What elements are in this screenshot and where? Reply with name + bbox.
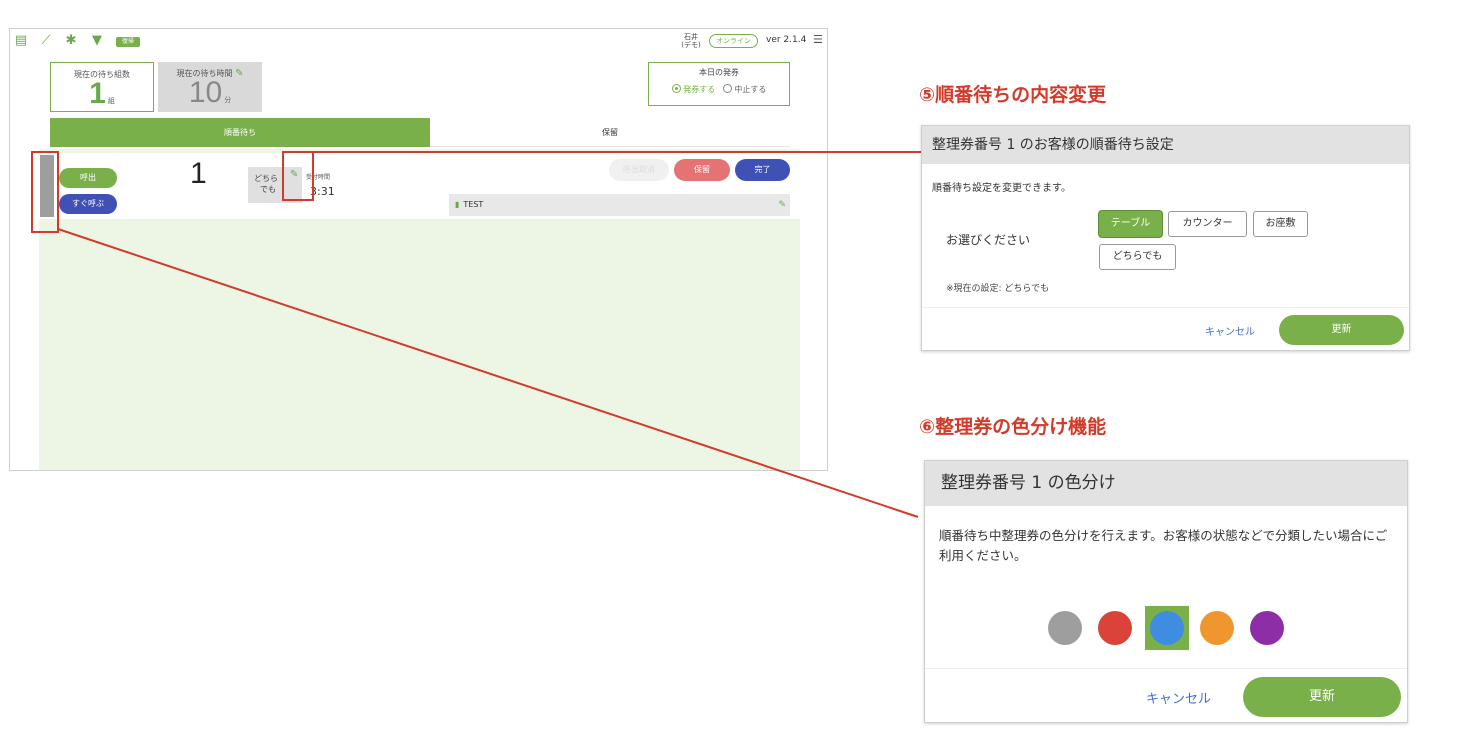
document-icon: ▮ bbox=[455, 200, 460, 209]
dialog-header: 整理券番号 1 の色分け bbox=[925, 461, 1407, 506]
tab-hold[interactable]: 保留 bbox=[430, 118, 790, 147]
ticket-number: 1 bbox=[190, 157, 207, 190]
dialog-description: 順番待ち設定を変更できます。 bbox=[932, 183, 1071, 194]
gear-icon[interactable]: ✱ bbox=[64, 34, 78, 48]
store-icon[interactable]: ▤ bbox=[14, 34, 28, 48]
cancel-button[interactable]: キャンセル bbox=[1205, 323, 1255, 338]
tab-waiting[interactable]: 順番待ち bbox=[50, 118, 430, 147]
choose-label: お選びください bbox=[946, 233, 1031, 247]
cancel-call-button[interactable]: 呼出取消 bbox=[609, 159, 669, 181]
current-setting: ※現在の設定: どちらでも bbox=[946, 284, 1050, 294]
resume-badge[interactable]: 復帰 bbox=[116, 37, 140, 47]
dialog-header: 整理券番号 1 のお客様の順番待ち設定 bbox=[922, 126, 1409, 164]
issue-on-label[interactable]: 発券する bbox=[683, 85, 715, 94]
update-button[interactable]: 更新 bbox=[1279, 315, 1404, 345]
call-button[interactable]: 呼出 bbox=[59, 168, 117, 188]
chart-icon[interactable]: ⟋ bbox=[39, 34, 53, 48]
ticket-issue-label: 本日の発券 bbox=[699, 68, 739, 77]
waiting-groups-value: 1 bbox=[89, 77, 106, 110]
hold-button[interactable]: 保留 bbox=[674, 159, 730, 181]
divider bbox=[922, 307, 1409, 308]
cancel-button[interactable]: キャンセル bbox=[1146, 688, 1211, 707]
section-title-wait-change: ⑤順番待ちの内容変更 bbox=[919, 84, 1107, 106]
waiting-groups-card: 現在の待ち組数 1組 bbox=[50, 62, 154, 112]
app-window: ▤ ⟋ ✱ ▼ 復帰 石井 (デモ) オンライン ver 2.1.4 ☰ 現在の… bbox=[9, 28, 828, 471]
ticket-issue-box: 本日の発券 発券する 中止する bbox=[648, 62, 790, 106]
wait-settings-dialog: 整理券番号 1 のお客様の順番待ち設定 順番待ち設定を変更できます。 お選びくだ… bbox=[921, 125, 1410, 351]
waiting-groups-unit: 組 bbox=[107, 97, 115, 105]
memo-field[interactable]: ▮ TEST ✎ bbox=[449, 194, 790, 216]
issue-off-radio[interactable] bbox=[722, 84, 732, 93]
color-dialog: 整理券番号 1 の色分け 順番待ち中整理券の色分けを行えます。お客様の状態などで… bbox=[924, 460, 1408, 723]
highlight-color-strip bbox=[31, 151, 59, 233]
color-blue-option[interactable] bbox=[1150, 611, 1184, 645]
version-label: ver 2.1.4 bbox=[766, 35, 807, 45]
issue-off-label[interactable]: 中止する bbox=[734, 85, 766, 94]
option-counter[interactable]: カウンター bbox=[1168, 211, 1247, 237]
color-purple-option[interactable] bbox=[1250, 611, 1284, 645]
waiting-time-unit: 分 bbox=[224, 96, 232, 104]
color-gray-option[interactable] bbox=[1048, 611, 1082, 645]
done-button[interactable]: 完了 bbox=[735, 159, 790, 181]
user-name: 石井 (デモ) bbox=[681, 33, 701, 49]
section-title-color: ⑥整理券の色分け機能 bbox=[919, 416, 1107, 438]
color-orange-option[interactable] bbox=[1200, 611, 1234, 645]
option-any[interactable]: どちらでも bbox=[1099, 244, 1176, 270]
option-table[interactable]: テーブル bbox=[1099, 211, 1162, 237]
pencil-icon[interactable]: ✎ bbox=[235, 68, 243, 79]
online-status-badge: オンライン bbox=[709, 34, 758, 48]
update-button[interactable]: 更新 bbox=[1243, 677, 1401, 717]
divider bbox=[925, 668, 1407, 669]
option-zashiki[interactable]: お座敷 bbox=[1253, 211, 1308, 237]
issue-on-radio[interactable] bbox=[671, 84, 681, 93]
call-now-button[interactable]: すぐ呼ぶ bbox=[59, 194, 117, 214]
waiting-time-value: 10 bbox=[188, 76, 223, 109]
waiting-time-card[interactable]: 現在の待ち時間 ✎ 10 分 bbox=[158, 62, 262, 112]
dialog-description: 順番待ち中整理券の色分けを行えます。お客様の状態などで分類したい場合にご利用くだ… bbox=[939, 528, 1388, 563]
memo-text: TEST bbox=[463, 200, 484, 209]
edit-memo-pencil-icon[interactable]: ✎ bbox=[778, 194, 786, 216]
top-bar: ▤ ⟋ ✱ ▼ 復帰 石井 (デモ) オンライン ver 2.1.4 ☰ bbox=[10, 29, 827, 53]
color-red-option[interactable] bbox=[1098, 611, 1132, 645]
hamburger-menu-icon[interactable]: ☰ bbox=[813, 33, 823, 46]
filter-icon[interactable]: ▼ bbox=[90, 34, 104, 48]
highlight-seat-edit bbox=[282, 151, 314, 201]
